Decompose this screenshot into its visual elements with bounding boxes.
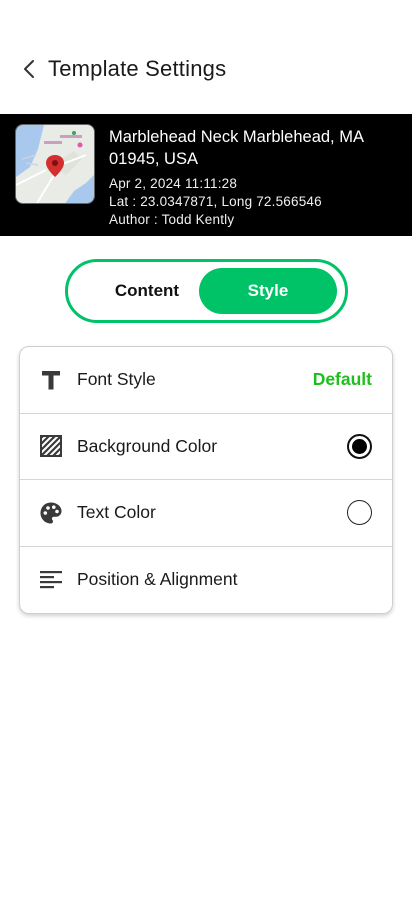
background-color-swatch[interactable] [347, 433, 372, 459]
font-style-row[interactable]: Font Style Default [20, 347, 392, 414]
texture-icon [39, 434, 63, 458]
font-style-label: Font Style [77, 369, 156, 390]
text-color-swatch[interactable] [347, 500, 372, 526]
palette-icon [39, 501, 63, 525]
header: Template Settings [0, 40, 412, 98]
tab-content[interactable]: Content [78, 268, 216, 314]
text-color-label: Text Color [77, 502, 156, 523]
chevron-left-icon [24, 60, 34, 78]
position-alignment-row[interactable]: Position & Alignment [20, 547, 392, 614]
back-button[interactable] [6, 45, 54, 93]
page-title: Template Settings [48, 56, 227, 81]
map-thumbnail [15, 124, 95, 204]
tab-style[interactable]: Style [199, 268, 337, 314]
preview-address: Marblehead Neck Marblehead, MA 01945, US… [109, 128, 364, 168]
background-color-label: Background Color [77, 435, 218, 456]
preview-author: Author : Todd Kently [109, 212, 235, 227]
text-format-icon [39, 368, 63, 392]
position-alignment-label: Position & Alignment [77, 569, 238, 590]
segmented-control: Content Style [65, 259, 348, 323]
preview-datetime: Apr 2, 2024 11:11:28 [109, 176, 238, 191]
style-settings-list: Font Style Default Background Color Text… [19, 346, 393, 614]
text-color-row[interactable]: Text Color [20, 480, 392, 547]
align-left-icon [39, 568, 63, 592]
template-preview: Marblehead Neck Marblehead, MA 01945, US… [0, 114, 412, 236]
preview-coordinates: Lat : 23.0347871, Long 72.566546 [109, 194, 322, 209]
font-style-value: Default [312, 369, 372, 390]
background-color-row[interactable]: Background Color [20, 414, 392, 480]
